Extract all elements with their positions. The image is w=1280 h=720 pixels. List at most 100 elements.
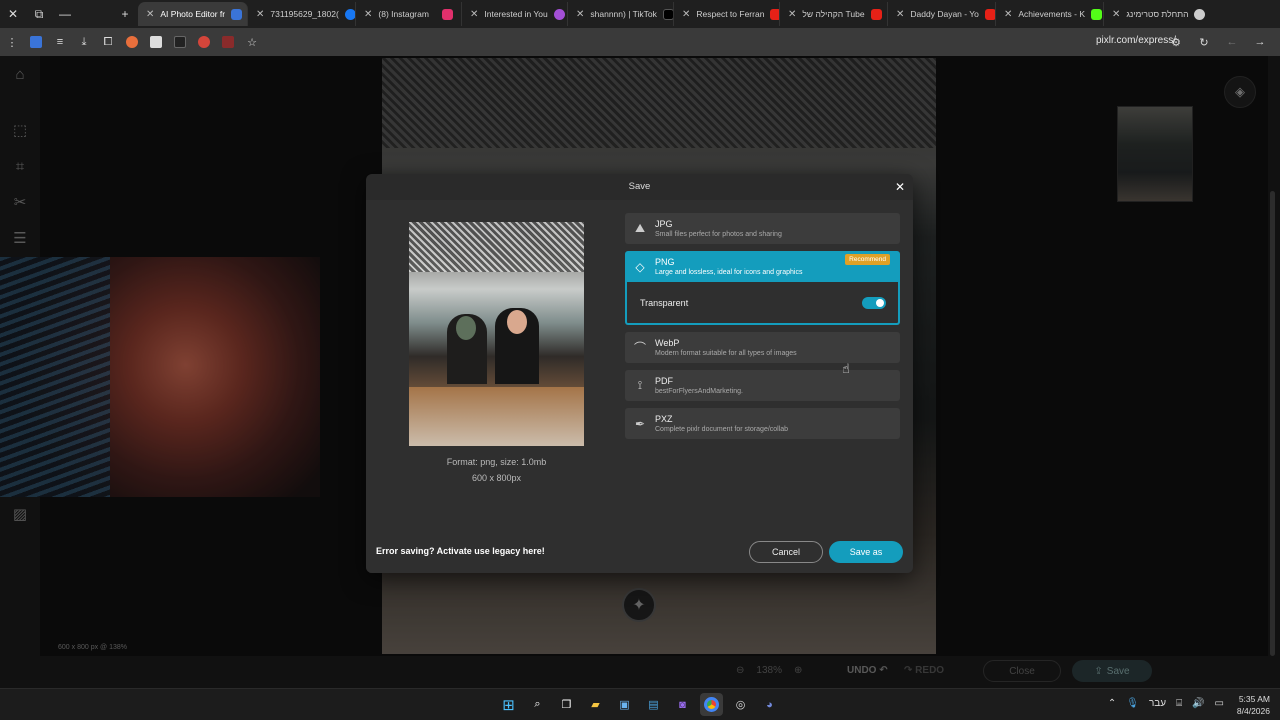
tab-actions-icon[interactable]: ⧉: [26, 0, 52, 28]
option-name: PXZ: [655, 413, 673, 424]
file-explorer-icon[interactable]: ▰: [584, 693, 607, 716]
extensions-puzzle-icon[interactable]: ⧠: [96, 30, 120, 54]
microphone-icon[interactable]: 🎙: [1126, 698, 1139, 709]
legacy-link[interactable]: Error saving? Activate use legacy here!: [376, 546, 545, 556]
tab-9[interactable]: ✕ התחלת סטרימינג: [1104, 2, 1208, 26]
nav-buttons: ⚙ ↻ ← →: [1164, 30, 1272, 54]
tab-close-icon[interactable]: ✕: [470, 9, 478, 20]
forward-icon[interactable]: →: [1248, 30, 1272, 54]
image-preview: [409, 222, 584, 446]
extension-icon[interactable]: [168, 30, 192, 54]
transparent-label: Transparent: [640, 297, 689, 308]
tab-close-icon[interactable]: ✕: [576, 9, 584, 20]
extension-icon[interactable]: [144, 30, 168, 54]
extension-icon[interactable]: [216, 30, 240, 54]
kick-icon: [1091, 8, 1103, 20]
tab-label: AI Photo Editor fr: [160, 9, 226, 19]
chevron-up-icon[interactable]: ⌃: [1108, 698, 1116, 709]
system-tray: ⌃ 🎙 עבר ⌸ 🔊 ▭: [1108, 698, 1224, 709]
format-size-text: Format: png, size: 1.0mb: [446, 457, 547, 467]
site-settings-icon[interactable]: ⚙: [1164, 30, 1188, 54]
browser-tab-bar: ✕ ⧉ — + ✕ AI Photo Editor fr ✕ 731195629…: [0, 0, 1280, 28]
task-view-icon[interactable]: ❐: [555, 693, 578, 716]
format-option-pxz[interactable]: ✒ PXZ Complete pixlr document for storag…: [625, 408, 900, 439]
photos-icon[interactable]: ▤: [642, 693, 665, 716]
option-name: WebP: [655, 337, 680, 348]
tab-2[interactable]: ✕ (8) Instagram: [356, 2, 462, 26]
tab-close-icon[interactable]: ✕: [1112, 9, 1120, 20]
battery-icon[interactable]: ▭: [1215, 698, 1224, 709]
option-desc: Small files perfect for photos and shari…: [655, 230, 782, 238]
dialog-title: Save: [628, 181, 651, 192]
close-window-icon[interactable]: ✕: [0, 0, 26, 28]
tab-close-icon[interactable]: ✕: [146, 9, 154, 20]
tab-label: Daddy Dayan - Yo: [910, 9, 979, 19]
pdf-icon: ⟟: [637, 378, 643, 392]
chrome-icon[interactable]: [700, 693, 723, 716]
search-icon[interactable]: ⌕: [526, 693, 549, 716]
tab-close-icon[interactable]: ✕: [788, 9, 796, 20]
tab-5[interactable]: ✕ Respect to Ferran: [674, 2, 780, 26]
transparent-toggle[interactable]: [862, 296, 886, 309]
tab-label: (8) Instagram: [378, 9, 429, 19]
format-option-pdf[interactable]: ⟟ PDF bestForFlyersAndMarketing.: [625, 370, 900, 401]
tab-6[interactable]: ✕ הקהילה של Tube: [780, 2, 888, 26]
extension-icon[interactable]: [24, 30, 48, 54]
teams-icon[interactable]: ◙: [671, 693, 694, 716]
download-icon[interactable]: ⤓: [72, 30, 96, 54]
extension-icon[interactable]: [120, 30, 144, 54]
save-dialog: Save ✕ Format: png, size: 1.0mb 600 x 80…: [366, 174, 913, 573]
youtube-icon: [770, 8, 779, 20]
store-icon[interactable]: ▣: [613, 693, 636, 716]
format-option-webp[interactable]: ⌒ WebP Modern format suitable for all ty…: [625, 332, 900, 363]
reload-icon[interactable]: ↻: [1192, 30, 1216, 54]
network-icon[interactable]: ⌸: [1176, 698, 1182, 709]
tab-close-icon[interactable]: ✕: [256, 9, 264, 20]
tab-4[interactable]: ✕ shannnn) | TikTok: [568, 2, 674, 26]
new-tab-button[interactable]: +: [112, 0, 138, 28]
format-option-jpg[interactable]: ⛰ JPG Small files perfect for photos and…: [625, 213, 900, 244]
photo-icon: ⛰: [634, 221, 646, 235]
tab-8[interactable]: ✕ Achievements - K: [996, 2, 1104, 26]
user-icon: ⌒: [633, 341, 646, 355]
tab-close-icon[interactable]: ✕: [1004, 9, 1012, 20]
tab-label: Respect to Ferran: [696, 9, 765, 19]
preview-face: [456, 316, 476, 340]
option-text: JPG Small files perfect for photos and s…: [655, 219, 900, 239]
dimensions-text: 600 x 800px: [471, 473, 522, 483]
minimize-icon[interactable]: —: [52, 0, 78, 28]
browser-toolbar: ⋮ ≡ ⤓ ⧠ ☆: [0, 28, 1280, 56]
tab-close-icon[interactable]: ✕: [896, 9, 904, 20]
taskbar-apps: ⊞ ⌕ ❐ ▰ ▣ ▤ ◙ ◎ ◕: [497, 693, 781, 716]
tab-label: shannnn) | TikTok: [590, 9, 657, 19]
tab-3[interactable]: ✕ Interested in You: [462, 2, 568, 26]
tab-close-icon[interactable]: ✕: [364, 9, 372, 20]
language-indicator[interactable]: עבר: [1149, 698, 1166, 709]
save-as-button[interactable]: Save as: [829, 541, 903, 563]
tab-close-icon[interactable]: ✕: [682, 9, 690, 20]
facebook-icon: [344, 8, 355, 20]
option-desc: Modern format suitable for all types of …: [655, 349, 797, 357]
windows-start-icon[interactable]: ⊞: [497, 693, 520, 716]
option-name: JPG: [655, 218, 673, 229]
clock-time: 5:35 AM: [1238, 694, 1270, 704]
youtube-icon: [870, 8, 882, 20]
format-option-png[interactable]: ◇ PNG Large and lossless, ideal for icon…: [625, 251, 900, 282]
reading-list-icon[interactable]: ≡: [48, 30, 72, 54]
dialog-close-icon[interactable]: ✕: [895, 180, 905, 194]
steam-icon[interactable]: ◎: [729, 693, 752, 716]
tab-0[interactable]: ✕ AI Photo Editor fr: [138, 2, 248, 26]
taskbar: ⊞ ⌕ ❐ ▰ ▣ ▤ ◙ ◎ ◕ ⌃ 🎙 עבר ⌸ 🔊 ▭ 5:35 AM …: [0, 688, 1280, 720]
menu-dots-icon[interactable]: ⋮: [0, 30, 24, 54]
discord-icon[interactable]: ◕: [758, 693, 781, 716]
volume-icon[interactable]: 🔊: [1192, 698, 1204, 709]
clock[interactable]: 5:35 AM 8/4/2026: [1237, 693, 1270, 717]
tab-7[interactable]: ✕ Daddy Dayan - Yo: [888, 2, 996, 26]
transparent-setting: Transparent: [625, 282, 900, 325]
extension-icon[interactable]: [192, 30, 216, 54]
cancel-button[interactable]: Cancel: [749, 541, 823, 563]
back-icon[interactable]: ←: [1220, 30, 1244, 54]
option-desc: bestForFlyersAndMarketing.: [655, 387, 743, 395]
bookmark-star-icon[interactable]: ☆: [240, 30, 264, 54]
tab-1[interactable]: ✕ 731195629_1802(: [248, 2, 356, 26]
